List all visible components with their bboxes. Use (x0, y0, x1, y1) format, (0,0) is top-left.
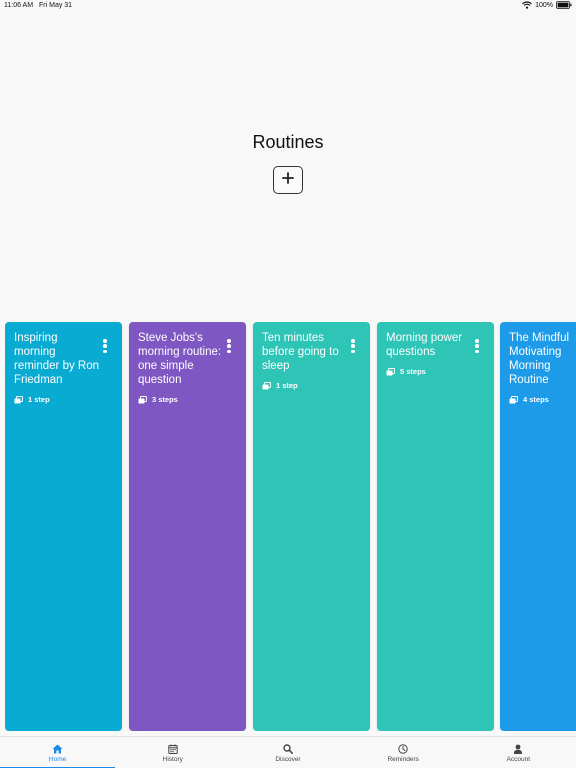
routine-title: Morning power questions (386, 332, 463, 358)
steps-count: 1 step (28, 395, 50, 404)
routine-steps: 3 steps (138, 395, 237, 404)
routine-card[interactable]: The Mindful Motivating Morning Routine 4… (500, 322, 576, 731)
status-date: Fri May 31 (39, 2, 73, 9)
app-screen: 11:06 AM Fri May 31 100% Routines Inspir… (0, 0, 576, 768)
routine-steps: 5 steps (386, 367, 485, 376)
tab-label: Discover (275, 756, 301, 763)
routine-card[interactable]: Inspiring morning reminder by Ron Friedm… (5, 322, 122, 731)
battery-icon (556, 1, 572, 9)
tab-account[interactable]: Account (461, 737, 576, 768)
routine-title: Steve Jobs's morning routine: one simple… (138, 332, 222, 386)
tab-reminders[interactable]: Reminders (346, 737, 461, 768)
tab-bar: Home History Discover Reminders Account (0, 736, 576, 768)
status-indicators: 100% (522, 1, 572, 9)
wifi-icon (522, 1, 532, 9)
status-time: 11:06 AM (4, 2, 34, 9)
add-routine-button[interactable] (273, 166, 303, 194)
routine-card[interactable]: Ten minutes before going to sleep 1 step (253, 322, 370, 731)
steps-count: 3 steps (152, 395, 178, 404)
stack-icon (14, 395, 23, 404)
home-icon (52, 744, 63, 754)
clock-icon (398, 744, 408, 754)
tab-label: History (162, 756, 183, 763)
steps-count: 1 step (276, 381, 298, 390)
page-title: Routines (252, 132, 324, 152)
routine-title: The Mindful Motivating Morning Routine (509, 332, 570, 386)
steps-count: 4 steps (523, 395, 549, 404)
calendar-icon (168, 744, 178, 754)
person-icon (513, 744, 523, 754)
plus-icon (282, 171, 294, 189)
more-options-icon[interactable] (349, 339, 357, 353)
more-options-icon[interactable] (101, 339, 109, 353)
routine-title: Inspiring morning reminder by Ron Friedm… (14, 332, 100, 386)
stack-icon (138, 395, 147, 404)
steps-count: 5 steps (400, 367, 426, 376)
routine-card[interactable]: Steve Jobs's morning routine: one simple… (129, 322, 246, 731)
stack-icon (509, 395, 518, 404)
tab-label: Account (506, 756, 531, 763)
more-options-icon[interactable] (473, 339, 481, 353)
search-icon (283, 744, 293, 754)
tab-discover[interactable]: Discover (230, 737, 345, 768)
tab-history[interactable]: History (115, 737, 230, 768)
status-bar: 11:06 AM Fri May 31 100% (0, 0, 576, 12)
routine-cards: Inspiring morning reminder by Ron Friedm… (5, 322, 576, 731)
battery-percentage: 100% (535, 1, 553, 9)
tab-home[interactable]: Home (0, 737, 116, 768)
routine-steps: 1 step (14, 395, 113, 404)
routine-card[interactable]: Morning power questions 5 steps (377, 322, 494, 731)
more-options-icon[interactable] (225, 339, 233, 353)
routine-steps: 4 steps (509, 395, 576, 404)
stack-icon (386, 367, 395, 376)
tab-label: Reminders (387, 756, 419, 763)
routine-title: Ten minutes before going to sleep (262, 332, 339, 372)
stack-icon (262, 381, 271, 390)
routine-steps: 1 step (262, 381, 361, 390)
tab-label: Home (48, 756, 67, 763)
